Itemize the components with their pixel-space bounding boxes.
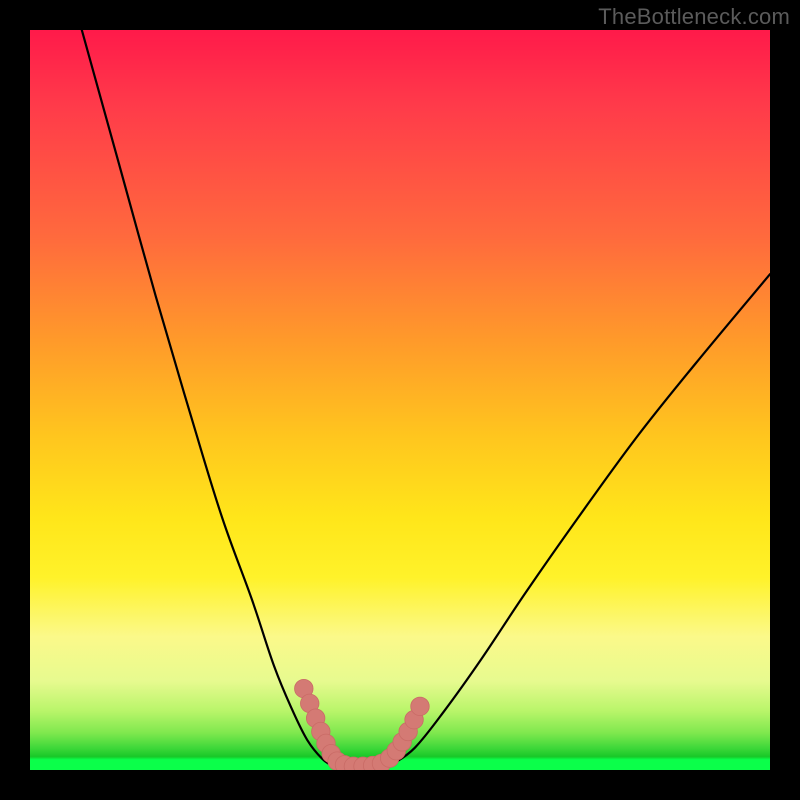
curve-layer	[30, 30, 770, 770]
plot-area	[30, 30, 770, 770]
bottleneck-curve	[82, 30, 770, 769]
bead-dot	[411, 697, 430, 716]
chart-stage: TheBottleneck.com	[0, 0, 800, 800]
bead-cluster	[295, 679, 430, 770]
watermark-text: TheBottleneck.com	[598, 4, 790, 30]
